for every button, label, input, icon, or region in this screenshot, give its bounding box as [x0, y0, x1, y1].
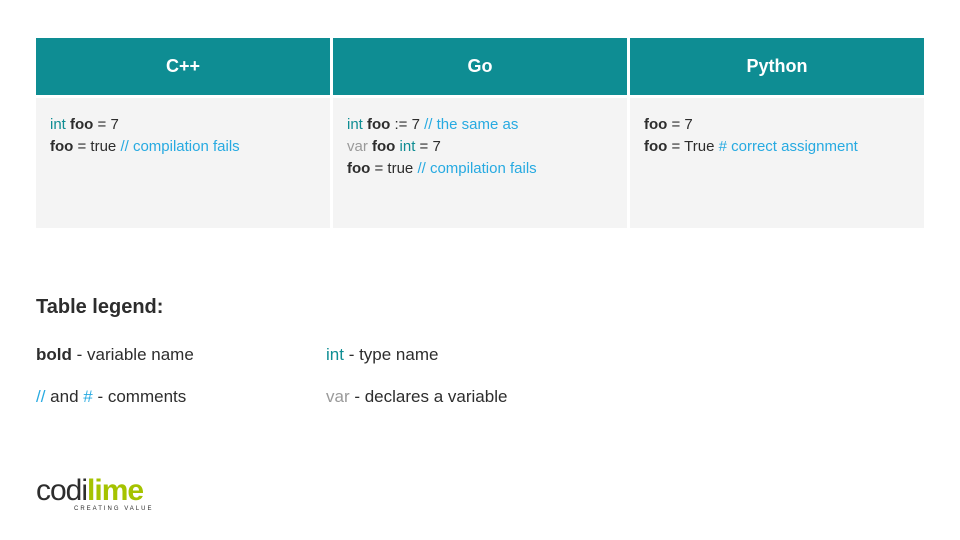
code-token: // compilation fails [417, 160, 536, 177]
code-token: foo [70, 116, 93, 133]
code-token: foo [644, 138, 667, 155]
code-token: = 7 [93, 116, 118, 133]
code-token: and [45, 387, 83, 406]
column-header: Go [333, 38, 627, 95]
code-line: foo = true // compilation fails [347, 158, 613, 180]
code-token: int [326, 345, 344, 364]
code-line: var foo int = 7 [347, 136, 613, 158]
comparison-table: C++int foo = 7foo = true // compilation … [36, 38, 924, 228]
codilime-logo: codilime CREATING VALUE [36, 474, 153, 512]
code-token: int [347, 116, 367, 133]
code-token: var [326, 387, 350, 406]
code-line: foo = true // compilation fails [50, 136, 316, 158]
code-token: foo [372, 138, 395, 155]
code-cell: int foo = 7foo = true // compilation fai… [36, 98, 330, 228]
code-token: - declares a variable [350, 387, 508, 406]
code-line: foo = True # correct assignment [644, 136, 910, 158]
code-token: = true [73, 138, 120, 155]
code-line: int foo := 7 // the same as [347, 114, 613, 136]
legend-item: bold - variable name [36, 345, 326, 365]
code-token: # correct assignment [719, 138, 858, 155]
code-token: - variable name [72, 345, 194, 364]
table-legend: Table legend: bold - variable nameint - … [36, 296, 736, 407]
column-header: C++ [36, 38, 330, 95]
code-token: int [50, 116, 70, 133]
code-token: // the same as [424, 116, 518, 133]
code-token: = 7 [667, 116, 692, 133]
code-token: := 7 [390, 116, 424, 133]
legend-item: // and # - comments [36, 387, 326, 407]
legend-title: Table legend: [36, 296, 736, 319]
code-line: foo = 7 [644, 114, 910, 136]
legend-grid: bold - variable nameint - type name// an… [36, 345, 736, 407]
code-token: = True [667, 138, 718, 155]
code-token: = 7 [415, 138, 440, 155]
code-line: int foo = 7 [50, 114, 316, 136]
table-column: C++int foo = 7foo = true // compilation … [36, 38, 330, 228]
code-token: var [347, 138, 372, 155]
code-cell: foo = 7foo = True # correct assignment [630, 98, 924, 228]
table-column: Goint foo := 7 // the same asvar foo int… [333, 38, 627, 228]
code-cell: int foo := 7 // the same asvar foo int =… [333, 98, 627, 228]
code-token: bold [36, 345, 72, 364]
logo-part1: codi [36, 474, 87, 507]
logo-tagline: CREATING VALUE [74, 506, 153, 512]
code-token: // compilation fails [120, 138, 239, 155]
table-column: Pythonfoo = 7foo = True # correct assign… [630, 38, 924, 228]
code-token: - type name [344, 345, 439, 364]
column-header: Python [630, 38, 924, 95]
code-token: foo [644, 116, 667, 133]
legend-item: var - declares a variable [326, 387, 656, 407]
code-token: foo [367, 116, 390, 133]
code-token: # [83, 387, 92, 406]
code-token: foo [50, 138, 73, 155]
code-token: foo [347, 160, 370, 177]
code-token: - comments [93, 387, 187, 406]
code-token: = true [370, 160, 417, 177]
legend-item: int - type name [326, 345, 656, 365]
logo-part2: lime [87, 474, 143, 507]
code-token: int [400, 138, 416, 155]
